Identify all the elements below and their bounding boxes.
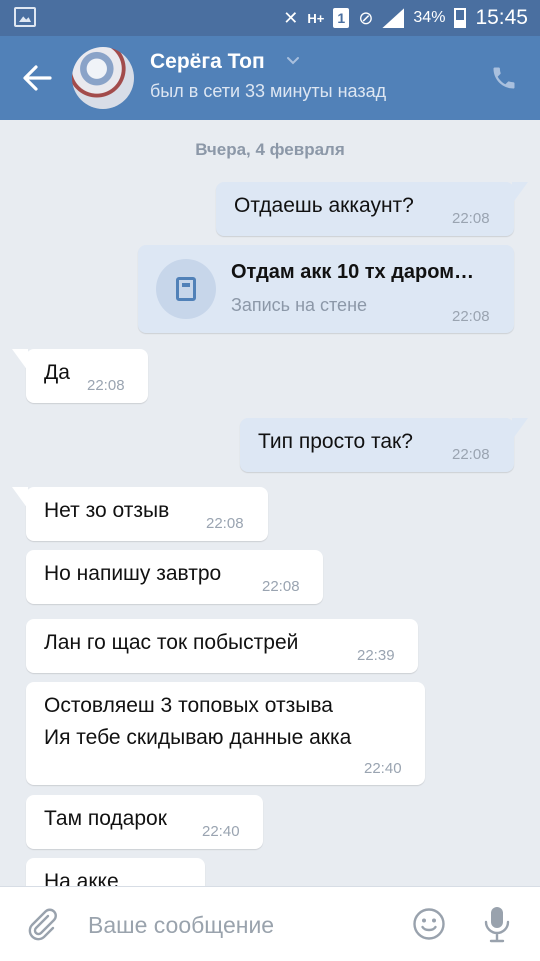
- chevron-down-icon[interactable]: [286, 54, 300, 68]
- attach-icon[interactable]: [26, 907, 58, 941]
- status-bar: ✕ H+ 1 ⊘ 34% 15:45: [0, 0, 540, 36]
- wall-post-icon: [156, 259, 216, 319]
- message-time: 22:39: [357, 647, 395, 664]
- message-text: Там подарок: [44, 807, 167, 830]
- message-list[interactable]: Вчера, 4 февраля Отдаешь аккаунт? 22:08 …: [0, 120, 540, 886]
- message-time: 22:08: [452, 446, 490, 463]
- message-time: 22:08: [452, 308, 490, 325]
- message-text: Тип просто так?: [258, 430, 413, 453]
- gallery-icon: [14, 7, 36, 27]
- message-bubble[interactable]: Остовляеш 3 топовых отзыва Ия тебе скиды…: [26, 682, 425, 785]
- message-text-line: Ия тебе скидываю данные акка: [44, 726, 352, 749]
- message-bubble[interactable]: Тип просто так? 22:08: [240, 418, 528, 472]
- microphone-icon[interactable]: [482, 905, 512, 943]
- message-time: 22:08: [262, 578, 300, 595]
- message-bubble[interactable]: Нет зо отзыв 22:08: [12, 487, 268, 541]
- wall-post-attachment[interactable]: Отдам акк 10 тх даром… Запись на стене 2…: [138, 245, 514, 333]
- message-bubble[interactable]: Лан го щас ток побыстрей 22:39: [26, 619, 418, 673]
- message-time: 22:08: [206, 515, 244, 532]
- message-text: Отдаешь аккаунт?: [234, 194, 414, 217]
- battery-icon: [454, 8, 467, 28]
- bubble-tail: [512, 182, 528, 204]
- emoji-icon[interactable]: [412, 907, 446, 941]
- message-bubble[interactable]: Но напишу завтро 22:08: [26, 550, 323, 604]
- network-type: H+: [307, 10, 325, 26]
- message-bubble[interactable]: Там подарок 22:40: [26, 795, 263, 849]
- message-time: 22:08: [87, 377, 125, 394]
- mute-icon: ✕: [283, 7, 299, 28]
- message-time: 22:08: [452, 210, 490, 227]
- phone-icon[interactable]: [490, 64, 518, 92]
- signal-icon: [382, 8, 405, 28]
- message-input[interactable]: [86, 907, 390, 943]
- wall-post-subtitle: Запись на стене: [231, 295, 368, 315]
- message-text: На акке: [44, 870, 119, 886]
- message-time: 22:40: [202, 823, 240, 840]
- battery-percent: 34%: [413, 9, 446, 26]
- bubble-tail: [12, 487, 28, 509]
- message-text: Нет зо отзыв: [44, 499, 170, 522]
- message-text: Но напишу завтро: [44, 562, 222, 585]
- message-bubble[interactable]: Да 22:08: [12, 349, 148, 403]
- clock: 15:45: [475, 6, 528, 29]
- message-composer: [0, 886, 540, 961]
- last-seen-status: был в сети 33 минуты назад: [150, 81, 387, 101]
- bubble-tail: [512, 418, 528, 440]
- no-disturb-icon: ⊘: [358, 7, 374, 28]
- message-time: 22:40: [364, 760, 402, 777]
- message-bubble[interactable]: Отдаешь аккаунт? 22:08: [216, 182, 528, 236]
- back-arrow-icon[interactable]: [22, 64, 52, 92]
- message-bubble[interactable]: На акке: [26, 858, 205, 886]
- message-text: Лан го щас ток побыстрей: [44, 631, 299, 654]
- sim-indicator: 1: [333, 8, 350, 28]
- date-separator: Вчера, 4 февраля: [195, 140, 345, 159]
- contact-name[interactable]: Серёга Топ: [150, 50, 265, 74]
- wall-post-title: Отдам акк 10 тх даром…: [231, 261, 475, 283]
- message-text: Да: [44, 361, 70, 384]
- chat-header: Серёга Топ был в сети 33 минуты назад: [0, 36, 540, 120]
- bubble-tail: [12, 349, 28, 371]
- message-text-line: Остовляеш 3 топовых отзыва: [44, 694, 333, 717]
- avatar[interactable]: [72, 47, 134, 109]
